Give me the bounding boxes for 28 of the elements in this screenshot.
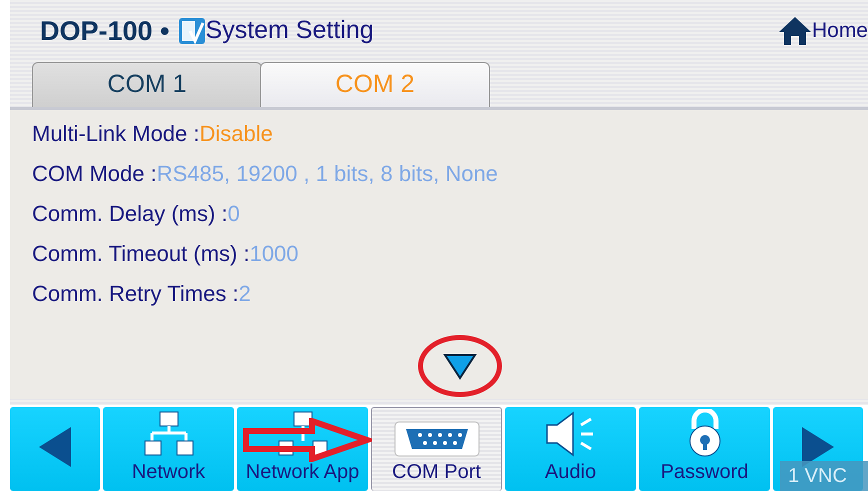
setting-value: Disable bbox=[200, 121, 273, 146]
setting-value: 2 bbox=[238, 281, 251, 306]
model-name: DOP-100 • bbox=[40, 14, 170, 48]
network-icon bbox=[144, 411, 194, 457]
setting-value: RS485, 19200 , 1 bits, 8 bits, None bbox=[156, 161, 498, 186]
setting-value: 1000 bbox=[250, 241, 299, 266]
tab[interactable]: COM 1 bbox=[32, 62, 262, 107]
setting-label: COM Mode : bbox=[32, 161, 157, 186]
setting-label: Comm. Timeout (ms) : bbox=[32, 241, 250, 266]
previous-button[interactable] bbox=[10, 407, 100, 491]
network-icon bbox=[278, 411, 328, 457]
scroll-down-button[interactable] bbox=[418, 335, 502, 397]
page-title: System Setting bbox=[206, 15, 374, 46]
setting-label: Multi-Link Mode : bbox=[32, 121, 200, 146]
vnc-label: 1 VNC bbox=[780, 461, 868, 491]
setting-label: Comm. Delay (ms) : bbox=[32, 201, 228, 226]
setting-label: Comm. Retry Times : bbox=[32, 281, 239, 306]
previous-arrow-icon bbox=[37, 425, 73, 469]
nav-button[interactable]: Audio bbox=[505, 407, 636, 491]
down-triangle-icon bbox=[443, 352, 477, 380]
setting-value: 0 bbox=[228, 201, 240, 226]
nav-button[interactable]: Network bbox=[103, 407, 234, 491]
nav-button[interactable]: COM Port bbox=[371, 407, 502, 491]
home-icon bbox=[778, 16, 812, 46]
nav-button[interactable]: Password bbox=[639, 407, 770, 491]
serial-port-icon bbox=[394, 421, 480, 457]
home-link[interactable]: Home bbox=[778, 15, 868, 47]
settings-icon bbox=[178, 17, 206, 45]
